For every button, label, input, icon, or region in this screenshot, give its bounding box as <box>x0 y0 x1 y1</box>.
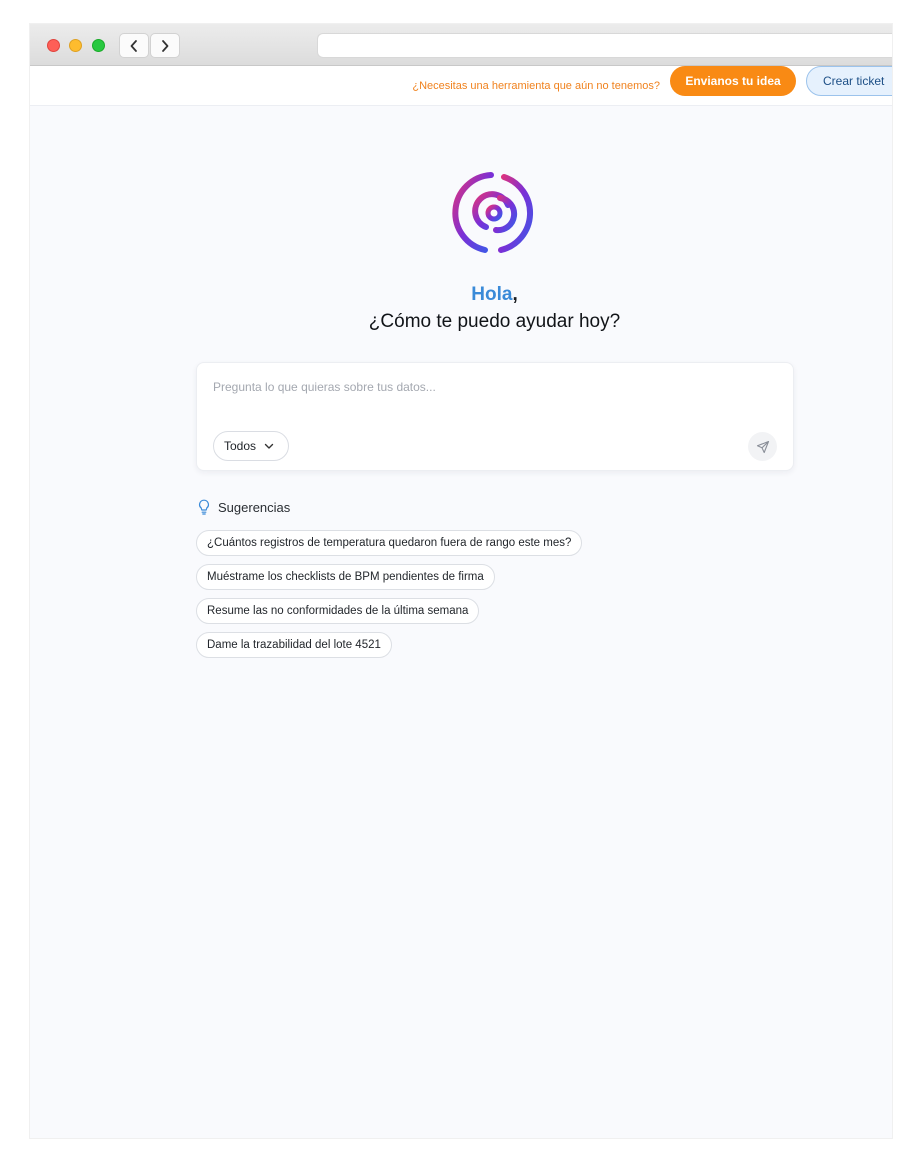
chevron-left-icon <box>130 39 137 52</box>
tool-request-prompt: ¿Necesitas una herramienta que aún no te… <box>412 80 660 92</box>
greeting-punctuation: , <box>512 284 518 305</box>
top-action-bar: ¿Necesitas una herramienta que aún no te… <box>30 66 892 106</box>
back-button[interactable] <box>119 33 149 58</box>
scope-dropdown[interactable]: Todos <box>213 431 290 461</box>
address-bar[interactable] <box>317 33 892 58</box>
suggestion-chip[interactable]: Dame la trazabilidad del lote 4521 <box>196 632 392 658</box>
send-button[interactable] <box>748 432 777 461</box>
send-icon <box>756 440 769 453</box>
send-idea-button[interactable]: Envianos tu idea <box>670 66 796 96</box>
greeting: Hola, <box>30 284 892 306</box>
browser-toolbar <box>30 24 892 66</box>
suggestions-header: Sugerencias <box>198 499 290 515</box>
minimize-window-button[interactable] <box>69 39 82 52</box>
suggestion-chip[interactable]: Muéstrame los checklists de BPM pendient… <box>196 564 495 590</box>
greeting-name: Hola <box>471 284 513 305</box>
zoom-window-button[interactable] <box>92 39 105 52</box>
chat-composer: Todos <box>196 362 794 471</box>
lightbulb-icon <box>199 499 209 515</box>
chevron-down-icon <box>264 443 274 449</box>
scope-dropdown-value: Todos <box>224 439 257 453</box>
page-title: ¿Cómo te puedo ayudar hoy? <box>368 311 621 332</box>
suggestion-chip[interactable]: ¿Cuántos registros de temperatura quedar… <box>196 530 583 556</box>
suggestions-title: Sugerencias <box>218 499 291 515</box>
browser-window: ¿Necesitas una herramienta que aún no te… <box>30 24 892 1138</box>
suggestion-chip[interactable]: Resume las no conformidades de la última… <box>196 598 480 624</box>
chevron-right-icon <box>162 39 169 52</box>
question-input[interactable] <box>213 377 773 397</box>
close-window-button[interactable] <box>47 39 60 52</box>
suggestion-list: ¿Cuántos registros de temperatura quedar… <box>196 530 583 658</box>
create-ticket-button[interactable]: Crear ticket <box>806 66 892 96</box>
forward-button[interactable] <box>150 33 180 58</box>
spiral-logo-icon <box>452 172 534 253</box>
